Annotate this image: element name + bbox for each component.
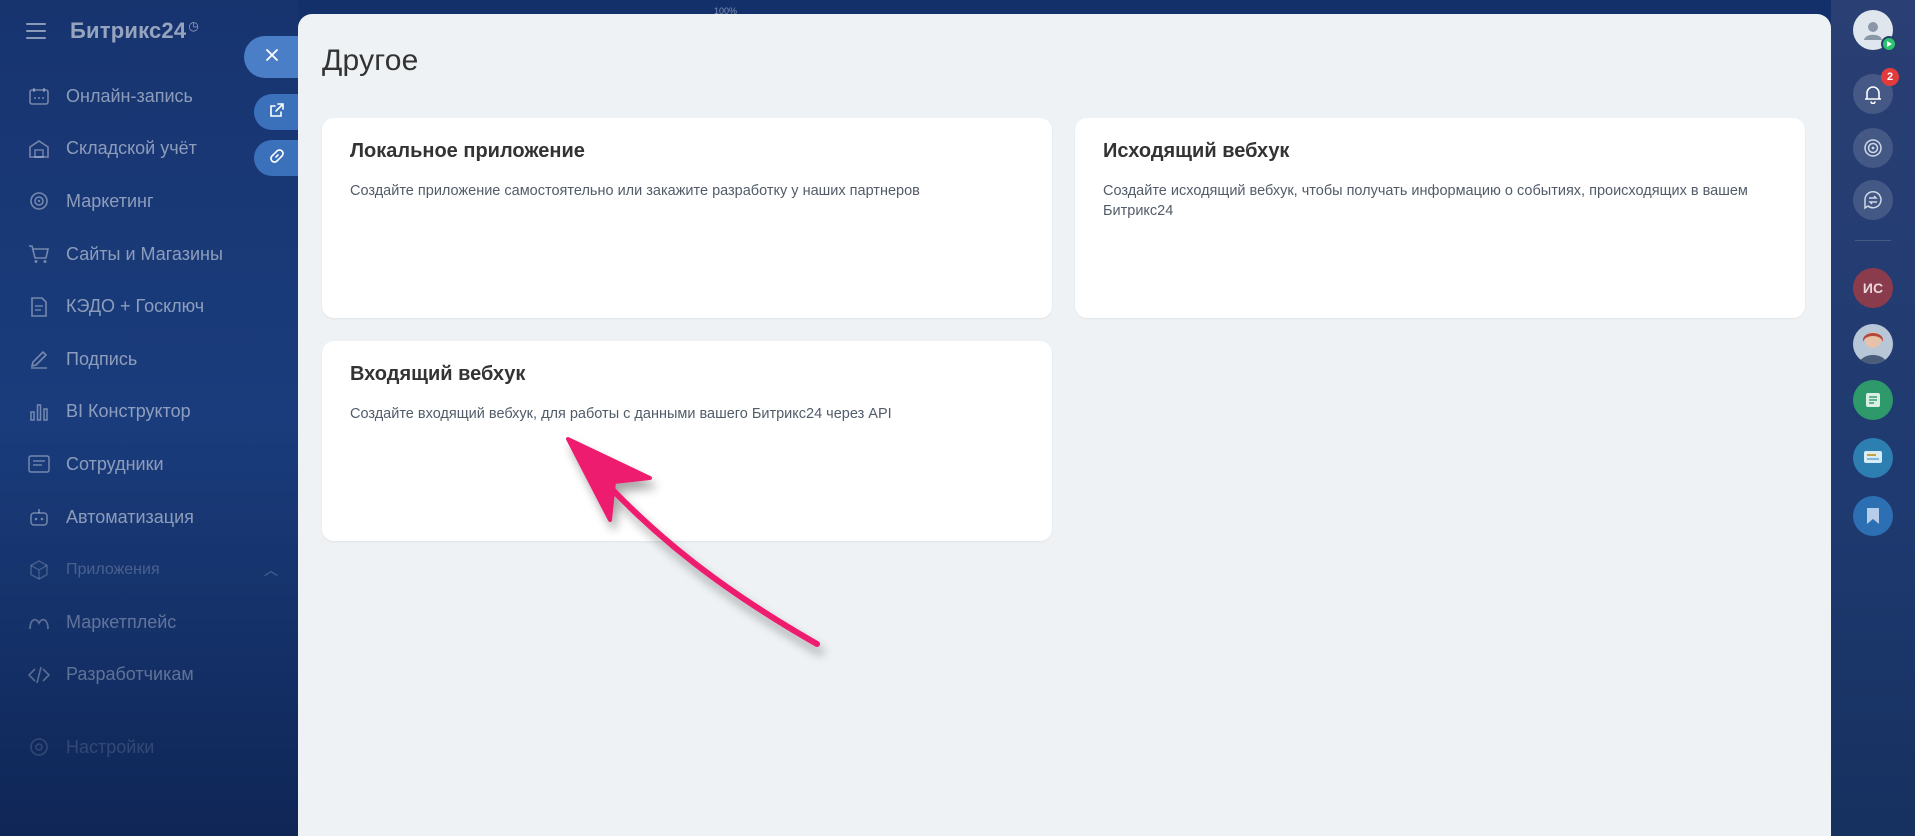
chat-icon [1864,191,1882,210]
sidebar-item-label: Подпись [66,348,138,369]
card-outgoing-webhook[interactable]: Исходящий вебхук Создайте исходящий вебх… [1075,118,1805,318]
code-icon [28,664,50,686]
external-link-icon [269,102,285,123]
contact-photo-avatar[interactable] [1853,324,1893,364]
notification-badge: 2 [1881,68,1899,86]
bar-chart-icon [28,401,50,423]
pen-icon [28,348,50,370]
card-title: Исходящий вебхук [1103,140,1290,162]
sidebar-item-label: Сотрудники [66,453,164,474]
slider-panel: Другое Локальное приложение Создайте при… [298,14,1831,836]
cart-icon [28,243,50,265]
sidebar-item-bi-builder[interactable]: BI Конструктор [0,386,298,439]
robot-icon [28,506,50,528]
sidebar-item-label: Складской учёт [66,138,197,159]
page-title: Другое [322,44,419,77]
card-description: Создайте приложение самостоятельно или з… [350,183,920,199]
sidebar-item-kedo[interactable]: КЭДО + Госключ [0,280,298,333]
sidebar-item-label: Маркетинг [66,190,154,211]
card-title: Входящий вебхук [350,363,526,385]
sidebar-item-automation[interactable]: Автоматизация [0,491,298,544]
person-photo-icon [1859,332,1887,364]
card-description: Создайте исходящий вебхук, чтобы получат… [1103,183,1748,219]
sidebar-item-warehouse[interactable]: Складской учёт [0,123,298,176]
sidebar-item-label: Маркетплейс [66,611,177,632]
sidebar-item-label: Настройки [66,736,155,757]
sidebar-item-applications[interactable]: Приложения ︿ [0,543,298,596]
sidebar-item-label: Приложения [66,560,160,578]
sidebar-item-signature[interactable]: Подпись [0,333,298,386]
sidebar-item-sites-shops[interactable]: Сайты и Магазины [0,228,298,281]
online-status-icon [1881,36,1897,52]
group-chat-button[interactable] [1853,380,1893,420]
user-avatar[interactable] [1853,10,1897,52]
open-in-new-window-button[interactable] [254,94,300,130]
newspaper-icon [1866,393,1880,407]
calendar-icon [28,85,50,107]
sidebar-header: Битрикс24 ◷ [26,14,199,48]
right-rail: 2 ИС [1831,0,1915,836]
sidebar-item-label: КЭДО + Госключ [66,296,205,317]
sidebar-menu: Онлайн-запись Складской учёт Маркетинг С… [0,70,298,701]
bookmark-icon [1867,508,1879,524]
sidebar-item-label: BI Конструктор [66,401,191,422]
bookmarks-button[interactable] [1853,496,1893,536]
gear-icon [28,736,50,758]
left-sidebar: Битрикс24 ◷ Онлайн-запись Складской учёт … [0,0,298,836]
user-icon [1864,22,1882,40]
menu-icon[interactable] [26,23,46,39]
target-icon [1864,139,1882,157]
link-icon [269,148,285,169]
sidebar-item-label: Автоматизация [66,506,194,527]
card-local-application[interactable]: Локальное приложение Создайте приложение… [322,118,1052,318]
sidebar-item-label: Разработчикам [66,664,194,685]
card-description: Создайте входящий вебхук, для работы с д… [350,406,892,422]
card-incoming-webhook[interactable]: Входящий вебхук Создайте входящий вебхук… [322,341,1052,541]
market-icon [28,611,50,633]
notifications-button[interactable]: 2 [1853,68,1899,114]
open-channel-button[interactable] [1853,438,1893,478]
clock-icon: ◷ [188,18,199,33]
cube-icon [28,559,50,581]
people-icon [28,453,50,475]
sidebar-item-label: Онлайн-запись [66,85,193,106]
sidebar-item-label: Сайты и Магазины [66,243,223,264]
chat-sync-button[interactable] [1853,180,1893,220]
close-icon [265,48,279,67]
sidebar-item-developers[interactable]: Разработчикам [0,649,298,702]
close-slider-button[interactable] [244,36,300,78]
message-icon [1864,451,1882,463]
copy-link-button[interactable] [254,140,300,176]
bell-icon [1865,86,1881,104]
warehouse-icon [28,138,50,160]
sidebar-item-employees[interactable]: Сотрудники [0,438,298,491]
document-icon [28,296,50,318]
sidebar-item-marketing[interactable]: Маркетинг [0,175,298,228]
sidebar-item-marketplace[interactable]: Маркетплейс [0,596,298,649]
sidebar-item-settings[interactable]: Настройки [28,736,154,758]
target-icon [28,190,50,212]
card-title: Локальное приложение [350,140,585,162]
contact-initials-avatar[interactable]: ИС [1853,268,1893,308]
goals-button[interactable] [1853,128,1893,168]
brand-logo[interactable]: Битрикс24 ◷ [70,18,199,44]
rail-divider [1855,240,1891,241]
chevron-up-icon[interactable]: ︿ [264,560,278,580]
avatar-initials: ИС [1862,280,1884,296]
